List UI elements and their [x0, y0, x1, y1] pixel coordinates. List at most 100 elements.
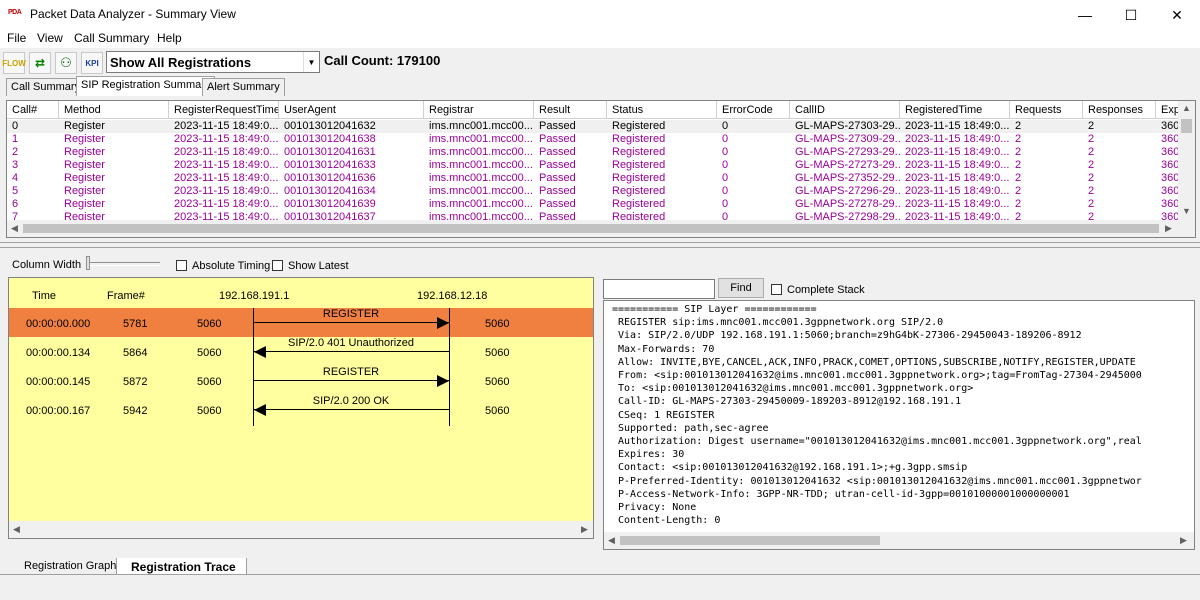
- trace-row[interactable]: 00:00:00.145 5872 5060 5060 REGISTER: [9, 366, 593, 395]
- trace-row[interactable]: 00:00:00.000 5781 5060 5060 REGISTER: [9, 308, 593, 337]
- column-header[interactable]: Registrar: [424, 101, 534, 119]
- column-header[interactable]: Result: [534, 101, 607, 119]
- main-window: PDA Packet Data Analyzer - Summary View …: [0, 0, 1200, 600]
- decode-line: Privacy: None: [612, 502, 697, 514]
- minimize-button[interactable]: —: [1062, 0, 1108, 30]
- column-header[interactable]: Responses: [1083, 101, 1156, 119]
- column-header[interactable]: Requests: [1010, 101, 1083, 119]
- trace-horizontal-scrollbar[interactable]: ◀ ▶: [9, 521, 593, 538]
- trace-row[interactable]: 00:00:00.167 5942 5060 5060 SIP/2.0 200 OK: [9, 395, 593, 424]
- find-input[interactable]: [603, 279, 715, 299]
- menu-file[interactable]: File: [7, 31, 26, 45]
- tab-alert-summary[interactable]: Alert Summary: [202, 78, 285, 96]
- export-icon[interactable]: ⇄: [29, 52, 51, 74]
- scroll-left-icon[interactable]: ◀: [11, 223, 18, 234]
- table-cell: 2: [1015, 172, 1022, 184]
- close-button[interactable]: ✕: [1154, 0, 1200, 30]
- decode-line: Expires: 30: [612, 449, 685, 461]
- scroll-up-icon[interactable]: ▲: [1182, 103, 1191, 113]
- table-cell: Registered: [612, 146, 666, 158]
- scroll-left-icon[interactable]: ◀: [13, 524, 20, 535]
- filter-selected-value: Show All Registrations: [110, 55, 252, 70]
- decode-line: Call-ID: GL-MAPS-27303-29450009-189203-8…: [612, 396, 962, 408]
- complete-stack-checkbox[interactable]: [771, 284, 782, 295]
- column-header[interactable]: Status: [607, 101, 717, 119]
- panel-splitter[interactable]: [0, 242, 1200, 248]
- table-row[interactable]: 6 Register 2023-11-15 18:49:0... 0010130120…: [7, 198, 1179, 211]
- table-horizontal-scrollbar[interactable]: ◀ ▶: [7, 220, 1179, 237]
- window-title: Packet Data Analyzer - Summary View: [30, 7, 236, 21]
- table-cell: GL-MAPS-27293-29...: [795, 146, 900, 158]
- flow-icon[interactable]: FLOW: [2, 52, 26, 74]
- scroll-thumb[interactable]: [620, 536, 880, 545]
- column-header[interactable]: ErrorCode: [717, 101, 790, 119]
- column-header[interactable]: RegisteredTime: [900, 101, 1010, 119]
- scroll-right-icon[interactable]: ▶: [581, 524, 588, 535]
- column-width-slider-thumb[interactable]: [86, 256, 90, 270]
- absolute-timing-checkbox[interactable]: [176, 260, 187, 271]
- scroll-right-icon[interactable]: ▶: [1180, 535, 1187, 546]
- table-cell: 2: [1088, 120, 1095, 132]
- decode-line: Supported: path,sec-agree: [612, 422, 769, 434]
- tab-call-summary[interactable]: Call Summary: [6, 78, 86, 96]
- packet-decode-panel[interactable]: =========== SIP Layer ============ REGIS…: [603, 300, 1195, 550]
- tab-registration-trace[interactable]: Registration Trace: [116, 558, 247, 575]
- scroll-thumb[interactable]: [1181, 119, 1192, 133]
- column-width-slider[interactable]: [86, 262, 160, 266]
- column-header[interactable]: Method: [59, 101, 169, 119]
- table-cell: ims.mnc001.mcc00...: [429, 120, 533, 132]
- column-header[interactable]: UserAgent: [279, 101, 424, 119]
- table-cell: 2023-11-15 18:49:0...: [905, 120, 1010, 132]
- chevron-down-icon[interactable]: ▼: [303, 52, 319, 72]
- table-cell: 2: [1088, 159, 1095, 171]
- table-cell: 2023-11-15 18:49:0...: [174, 198, 279, 210]
- decode-line: =========== SIP Layer ============: [612, 304, 817, 315]
- table-cell: Register: [64, 159, 105, 171]
- column-header[interactable]: Call#: [7, 101, 59, 119]
- table-cell: 5: [12, 185, 19, 197]
- table-row[interactable]: 3 Register 2023-11-15 18:49:0... 0010130120…: [7, 159, 1179, 172]
- lifeline-right: [449, 308, 450, 426]
- column-header[interactable]: RegisterRequestTime: [169, 101, 279, 119]
- maximize-button[interactable]: ☐: [1108, 0, 1154, 30]
- table-cell: Registered: [612, 133, 666, 145]
- trace-port-left: 5060: [197, 318, 222, 330]
- table-cell: ims.mnc001.mcc00...: [429, 159, 533, 171]
- kpi-chart-icon[interactable]: KPI: [81, 52, 103, 74]
- binoculars-icon[interactable]: ⚇: [55, 52, 77, 74]
- menu-help[interactable]: Help: [157, 31, 182, 45]
- decode-line: Authorization: Digest username="00101301…: [612, 436, 1142, 448]
- decode-line: CSeq: 1 REGISTER: [612, 409, 715, 421]
- scroll-left-icon[interactable]: ◀: [608, 535, 615, 546]
- scroll-down-icon[interactable]: ▼: [1182, 206, 1191, 216]
- table-cell: Passed: [539, 172, 576, 184]
- trace-time: 00:00:00.134: [26, 347, 91, 359]
- trace-row[interactable]: 00:00:00.134 5864 5060 5060 SIP/2.0 401 Unau…: [9, 337, 593, 366]
- scroll-thumb[interactable]: [23, 224, 1159, 233]
- table-row[interactable]: 4 Register 2023-11-15 18:49:0... 0010130120…: [7, 172, 1179, 185]
- tab-registration-graph[interactable]: Registration Graph: [10, 558, 126, 575]
- scroll-right-icon[interactable]: ▶: [1165, 223, 1172, 234]
- table-vertical-scrollbar[interactable]: ▲ ▼: [1178, 101, 1195, 237]
- column-header[interactable]: CallID: [790, 101, 900, 119]
- table-cell: Passed: [539, 133, 576, 145]
- decode-horizontal-scrollbar[interactable]: ◀ ▶: [604, 532, 1194, 549]
- registration-filter-select[interactable]: Show All Registrations ▼: [106, 51, 320, 73]
- show-latest-checkbox[interactable]: [272, 260, 283, 271]
- table-cell: Register: [64, 146, 105, 158]
- table-cell: Register: [64, 185, 105, 197]
- registration-table[interactable]: Call# Method RegisterRequestTime UserAgent R…: [6, 100, 1196, 238]
- tab-sip-registration-summary[interactable]: SIP Registration Summary: [76, 76, 216, 96]
- table-row[interactable]: 1 Register 2023-11-15 18:49:0... 0010130120…: [7, 133, 1179, 146]
- table-row[interactable]: 5 Register 2023-11-15 18:49:0... 0010130120…: [7, 185, 1179, 198]
- menu-view[interactable]: View: [37, 31, 63, 45]
- table-cell: 2023-11-15 18:49:0...: [905, 133, 1010, 145]
- table-cell: 001013012041638: [284, 133, 376, 145]
- table-row[interactable]: 2 Register 2023-11-15 18:49:0... 0010130120…: [7, 146, 1179, 159]
- table-cell: ims.mnc001.mcc00...: [429, 185, 533, 197]
- find-button[interactable]: Find: [718, 278, 764, 298]
- table-cell: 1: [12, 133, 19, 145]
- table-cell: 001013012041636: [284, 172, 376, 184]
- table-row[interactable]: 0 Register 2023-11-15 18:49:0... 0010130120…: [7, 120, 1179, 133]
- menu-call-summary[interactable]: Call Summary: [74, 31, 149, 45]
